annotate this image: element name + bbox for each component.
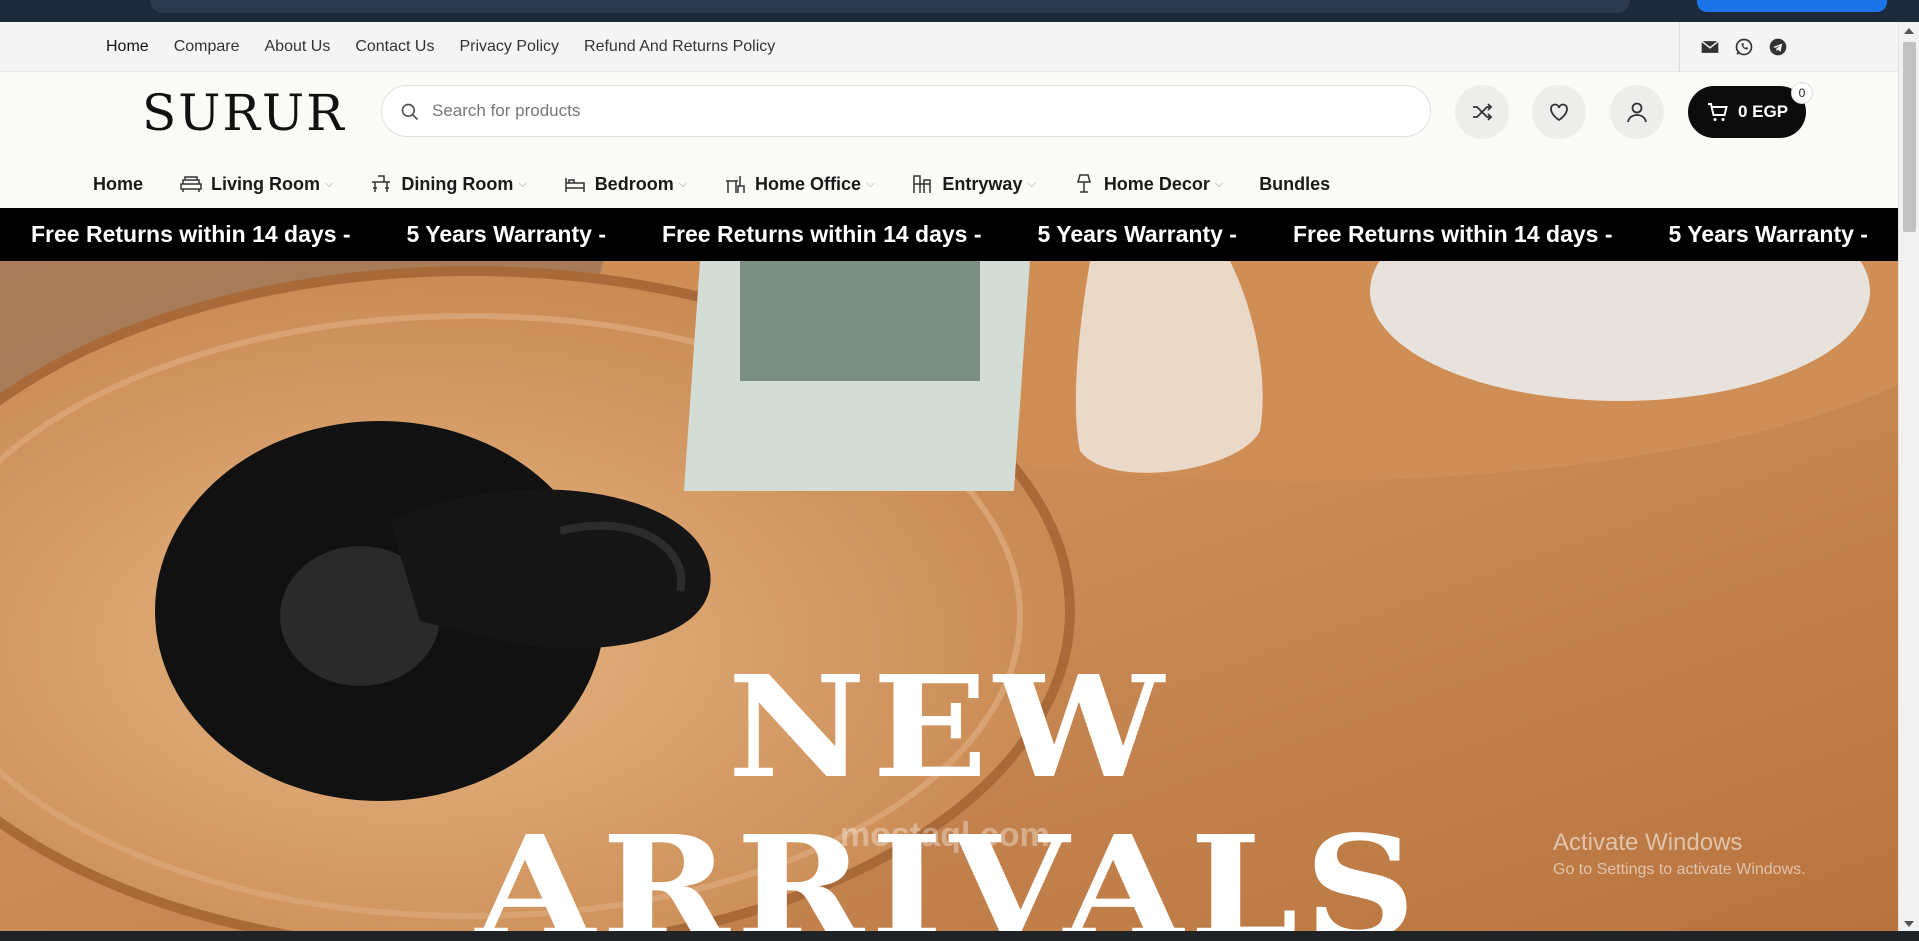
activate-title: Activate Windows [1553, 829, 1743, 856]
nav-item-entryway[interactable]: Entryway ⌵ [910, 172, 1036, 196]
chevron-down-icon: ⌵ [1027, 177, 1036, 190]
scroll-up-arrow[interactable] [1904, 28, 1914, 34]
chevron-down-icon: ⌵ [325, 177, 334, 190]
social-links [1679, 22, 1788, 72]
hero-banner[interactable]: NEW ARRIVALS mostaql.com Activate Window… [0, 261, 1898, 931]
cart-total: 0 EGP [1737, 102, 1789, 121]
site-logo[interactable]: SURUR [142, 84, 346, 142]
nav-label: Entryway [942, 173, 1023, 194]
browser-address-bar[interactable] [150, 0, 1630, 13]
hero-title-line1: NEW [727, 646, 1171, 810]
chevron-down-icon: ⌵ [1214, 177, 1224, 190]
chevron-down-icon: ⌵ [518, 177, 527, 190]
search-bar [381, 85, 1431, 137]
marquee-item: Free Returns within 14 days - [1292, 221, 1613, 247]
utility-bar: Home Compare About Us Contact Us Privacy… [0, 22, 1898, 72]
utility-nav: Home Compare About Us Contact Us Privacy… [106, 22, 775, 72]
main-nav: Home Living Room ⌵ Dining Room ⌵ Bedroom… [93, 164, 1330, 204]
marquee-item: Free Returns within 14 days - [31, 221, 351, 247]
watermark-text: mostaql.com [840, 816, 1050, 854]
page-scrollbar[interactable] [1898, 22, 1919, 933]
sofa-icon [180, 176, 202, 192]
desk-chair-icon [726, 176, 745, 193]
dining-table-icon [372, 175, 391, 192]
nav-item-dining-room[interactable]: Dining Room ⌵ [369, 172, 527, 196]
util-link-home[interactable]: Home [106, 38, 149, 56]
search-icon[interactable] [400, 102, 420, 122]
util-link-refund[interactable]: Refund And Returns Policy [584, 38, 775, 56]
nav-item-living-room[interactable]: Living Room ⌵ [179, 172, 333, 196]
lamp-icon [1076, 174, 1091, 193]
nav-label: Bedroom [594, 173, 674, 194]
compare-button[interactable] [1455, 85, 1509, 139]
whatsapp-icon[interactable] [1734, 37, 1754, 57]
marquee-item: Free Returns within 14 days - [661, 221, 982, 247]
promo-marquee: Free Returns within 14 days - 5 Years Wa… [0, 208, 1898, 261]
scroll-down-arrow[interactable] [1904, 921, 1914, 927]
activate-subtitle: Go to Settings to activate Windows. [1553, 861, 1806, 878]
user-icon [1627, 102, 1647, 123]
heart-icon [1550, 103, 1568, 122]
util-link-compare[interactable]: Compare [174, 38, 240, 56]
mail-icon[interactable] [1700, 37, 1720, 57]
activate-windows-notice: Activate Windows Go to Settings to activ… [1553, 829, 1806, 879]
os-taskbar [0, 931, 1919, 941]
nav-item-bedroom[interactable]: Bedroom ⌵ [563, 172, 687, 196]
util-link-about[interactable]: About Us [265, 38, 331, 56]
site-header: SURUR 0 EGP 0 Home Living Room ⌵ Dining … [0, 72, 1898, 224]
scroll-thumb[interactable] [1903, 42, 1916, 232]
nav-item-home[interactable]: Home [93, 174, 143, 195]
nav-label: Home [93, 173, 144, 194]
browser-button[interactable] [1697, 0, 1887, 12]
cart-button[interactable]: 0 EGP [1688, 86, 1806, 138]
nav-item-home-office[interactable]: Home Office ⌵ [723, 172, 874, 196]
nav-label: Home Decor [1103, 173, 1210, 194]
nav-label: Bundles [1259, 173, 1331, 194]
wishlist-button[interactable] [1532, 85, 1586, 139]
bench-icon [913, 175, 932, 193]
shuffle-icon [1473, 103, 1493, 121]
cart-count-badge: 0 [1791, 82, 1813, 104]
nav-label: Living Room [211, 173, 321, 194]
bed-icon [564, 178, 585, 192]
util-link-contact[interactable]: Contact Us [355, 38, 434, 56]
nav-item-home-decor[interactable]: Home Decor ⌵ [1072, 172, 1223, 196]
nav-item-bundles[interactable]: Bundles [1259, 174, 1330, 195]
chevron-down-icon: ⌵ [678, 177, 688, 190]
marquee-item: 5 Years Warranty - [406, 221, 606, 247]
nav-label: Dining Room [401, 173, 514, 194]
marquee-item: 5 Years Warranty - [1668, 221, 1868, 247]
nav-label: Home Office [755, 173, 862, 194]
marquee-item: 5 Years Warranty - [1037, 221, 1237, 247]
cart-icon [1707, 103, 1728, 121]
browser-top-bar [0, 0, 1919, 22]
util-link-privacy[interactable]: Privacy Policy [459, 38, 559, 56]
telegram-icon[interactable] [1768, 37, 1788, 57]
search-input[interactable] [432, 86, 1392, 136]
chevron-down-icon: ⌵ [866, 177, 875, 190]
account-button[interactable] [1610, 85, 1664, 139]
